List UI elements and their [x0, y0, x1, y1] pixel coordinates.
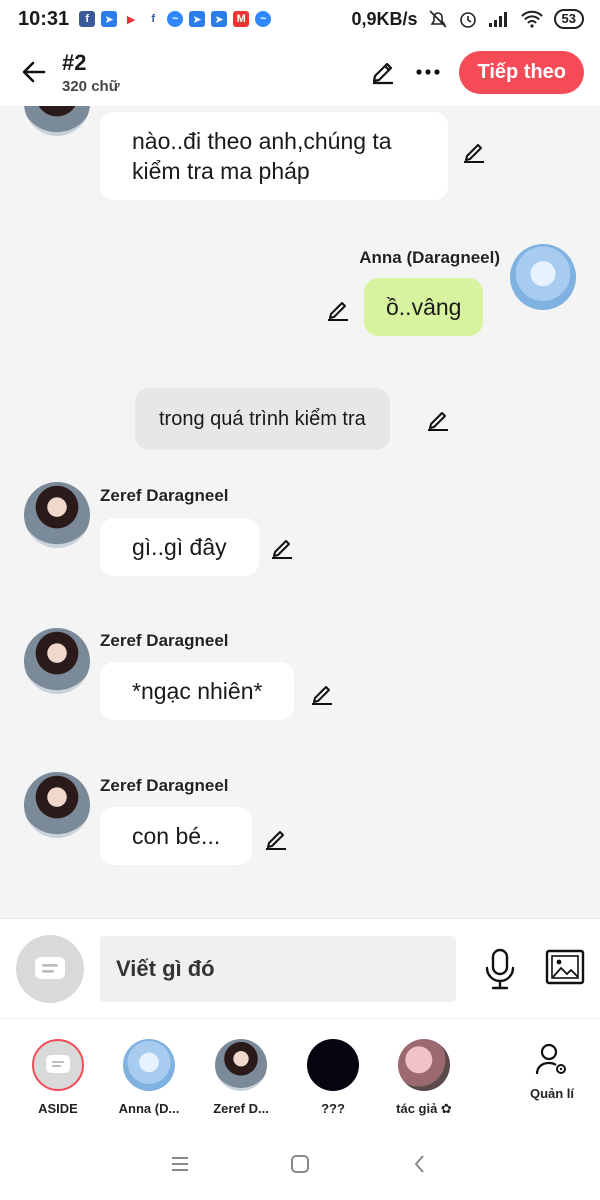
manga-icon: M	[233, 11, 250, 27]
arrow-left-icon	[22, 61, 46, 83]
message-bubble[interactable]: gì..gì đây	[100, 518, 259, 576]
character-name: ASIDE	[38, 1101, 78, 1116]
character-unknown[interactable]: ???	[288, 1039, 378, 1116]
message-bubble[interactable]: con bé...	[100, 807, 253, 865]
character-avatar	[215, 1039, 267, 1091]
chapter-title: #2	[62, 49, 87, 75]
notification-icons: f ➤ ▶ f ~ ➤ ➤ M ~	[79, 11, 272, 27]
status-right: 0,9KB/s 53	[351, 9, 584, 30]
aside-icon	[46, 1055, 70, 1073]
aside-toggle-button[interactable]	[16, 935, 84, 1003]
play-icon: ▶	[123, 11, 140, 27]
character-anna[interactable]: Anna (D...	[104, 1039, 194, 1116]
message-bubble[interactable]: ồ..vâng	[364, 278, 484, 336]
telegram-icon: ➤	[189, 11, 206, 27]
telegram-icon: ➤	[101, 11, 118, 27]
facebook-lite-icon: f	[145, 11, 162, 27]
character-aside[interactable]: ASIDE	[13, 1039, 103, 1116]
user-settings-icon	[535, 1043, 566, 1075]
character-avatar	[123, 1039, 175, 1091]
telegram-icon: ➤	[211, 11, 228, 27]
message-bubble[interactable]: nào..đi theo anh,chúng ta kiểm tra ma ph…	[100, 112, 448, 200]
chat-area[interactable]: nào..đi theo anh,chúng ta kiểm tra ma ph…	[0, 106, 600, 918]
wifi-icon	[520, 10, 543, 28]
microphone-icon[interactable]	[482, 947, 518, 991]
character-avatar	[398, 1039, 450, 1091]
composer-bar	[0, 918, 600, 1018]
back-button[interactable]	[16, 54, 52, 90]
character-name: ???	[321, 1101, 345, 1116]
status-bar: 10:31 f ➤ ▶ f ~ ➤ ➤ M ~ 0,9KB/s 53	[0, 0, 600, 38]
message-input[interactable]	[100, 936, 456, 1002]
menu-icon[interactable]	[169, 1155, 191, 1173]
sender-name: Zeref Daragneel	[100, 776, 229, 795]
character-name: Zeref D...	[213, 1101, 269, 1116]
character-avatar	[307, 1039, 359, 1091]
aside-bubble[interactable]: trong quá trình kiểm tra	[135, 388, 390, 450]
chapter-heading: #2 320 chữ	[62, 50, 120, 95]
home-icon[interactable]	[289, 1153, 311, 1175]
message-bubble[interactable]: *ngạc nhiên*	[100, 662, 295, 720]
character-zeref[interactable]: Zeref D...	[196, 1039, 286, 1116]
character-name: tác giả ✿	[396, 1101, 452, 1116]
sender-name: Zeref Daragneel	[100, 486, 229, 505]
word-count: 320 chữ	[62, 77, 120, 95]
signal-icon	[488, 12, 507, 27]
character-name: Anna (D...	[118, 1101, 180, 1116]
avatar	[510, 244, 576, 310]
back-nav-icon[interactable]	[409, 1153, 431, 1175]
image-icon[interactable]	[545, 949, 585, 985]
next-button[interactable]: Tiếp theo	[459, 50, 584, 94]
net-speed: 0,9KB/s	[351, 8, 418, 29]
manage-label: Quản lí	[529, 1086, 575, 1101]
character-author[interactable]: tác giả ✿	[379, 1039, 469, 1117]
sender-name: Zeref Daragneel	[100, 631, 229, 650]
alarm-icon	[459, 12, 476, 28]
avatar	[24, 482, 90, 548]
manage-characters-button[interactable]: Quản lí	[520, 1041, 584, 1101]
edit-message-icon[interactable]	[426, 408, 450, 432]
edit-message-icon[interactable]	[264, 827, 288, 851]
character-selector: ASIDE Anna (D... Zeref D... ??? tác giả …	[0, 1018, 600, 1128]
facebook-icon: f	[79, 11, 96, 27]
edit-message-icon[interactable]	[310, 682, 334, 706]
more-options-icon[interactable]	[415, 58, 441, 86]
system-nav-bar	[0, 1128, 600, 1200]
aside-avatar	[32, 1039, 84, 1091]
aside-icon	[35, 957, 65, 979]
status-time: 10:31	[18, 7, 70, 30]
messenger-icon: ~	[167, 11, 184, 27]
sender-name: Anna (Daragneel)	[359, 248, 500, 267]
edit-message-icon[interactable]	[462, 140, 486, 164]
top-bar: #2 320 chữ Tiếp theo	[0, 38, 600, 106]
mute-bell-icon	[428, 10, 447, 28]
avatar	[24, 628, 90, 694]
edit-message-icon[interactable]	[270, 536, 294, 560]
avatar	[24, 772, 90, 838]
messenger-icon: ~	[255, 11, 272, 27]
avatar	[24, 106, 90, 136]
edit-title-icon[interactable]	[369, 58, 397, 86]
battery-indicator: 53	[553, 9, 584, 29]
edit-message-icon[interactable]	[326, 298, 350, 322]
